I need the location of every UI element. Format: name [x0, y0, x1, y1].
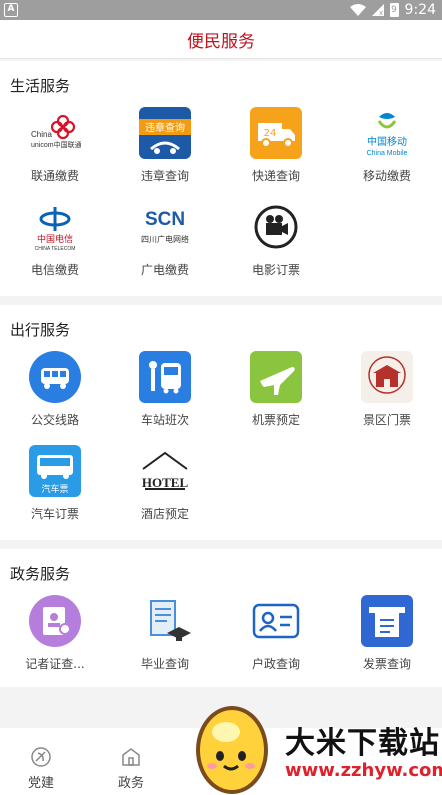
film-camera-icon	[250, 201, 302, 253]
tile-violation-query[interactable]: 违章查询 违章查询	[125, 107, 205, 184]
tile-press-card-query[interactable]: 记者证查...	[15, 595, 95, 672]
title-bar: 便民服务	[0, 20, 442, 59]
tile-unicom-payment[interactable]: China unicom中国联通 联通缴费	[15, 107, 95, 184]
tile-coach-tickets[interactable]: 汽车票 汽车订票	[15, 445, 95, 522]
svg-text:unicom中国联通: unicom中国联通	[31, 140, 81, 149]
tile-hotel-booking[interactable]: HOTEL 酒店预定	[125, 445, 205, 522]
press-card-icon	[29, 595, 81, 647]
tile-telecom-payment[interactable]: 中国电信 CHINA TELECOM 电信缴费	[15, 201, 95, 278]
tile-invoice-query[interactable]: 发票查询	[347, 595, 427, 672]
tile-mobile-payment[interactable]: 中国移动 China Mobile 移动缴费	[347, 107, 427, 184]
tile-label: 景区门票	[362, 413, 411, 427]
svg-text:China: China	[31, 130, 52, 139]
section-title: 出行服务	[10, 321, 71, 339]
tile-label: 移动缴费	[362, 169, 411, 183]
section-title: 生活服务	[10, 77, 71, 95]
svg-text:中国电信: 中国电信	[37, 233, 73, 245]
tile-graduation-query[interactable]: 毕业查询	[125, 595, 205, 672]
tile-station-schedule[interactable]: 车站班次	[125, 351, 205, 428]
tile-label: 电影订票	[251, 263, 300, 277]
tile-household-query[interactable]: 户政查询	[236, 595, 316, 672]
section-government-services: 政务服务 记者证查... 毕业查询 户政查询 发票查询	[0, 549, 442, 687]
watermark-title: 大米下载站	[285, 726, 440, 761]
tab-government[interactable]: 政务	[101, 746, 161, 791]
tile-flight-booking[interactable]: 机票预定	[236, 351, 316, 428]
watermark-url: www.zzhyw.com	[285, 760, 442, 781]
tab-label: 党建	[27, 776, 54, 791]
tile-label: 联通缴费	[30, 169, 79, 183]
bus-stop-icon	[139, 351, 191, 403]
tile-label: 机票预定	[251, 413, 300, 427]
status-bar: A x 9 9:24	[0, 0, 442, 20]
tile-label: 广电缴费	[140, 263, 189, 277]
tile-bus-routes[interactable]: 公交线路	[15, 351, 95, 428]
delivery-truck-icon: 24	[250, 107, 302, 159]
svg-text:24: 24	[264, 128, 277, 139]
hotel-icon: HOTEL	[139, 445, 191, 497]
clock: 9:24	[404, 2, 436, 18]
china-unicom-logo-icon: China unicom中国联通	[29, 107, 81, 159]
rice-mascot-icon	[196, 706, 268, 794]
id-card-icon	[250, 595, 302, 647]
watermark: 大米下载站 www.zzhyw.com	[190, 700, 442, 795]
svg-text:x: x	[379, 9, 383, 16]
battery-icon: 9	[389, 3, 399, 17]
app-notification-icon: A	[4, 3, 18, 17]
wifi-icon	[349, 4, 366, 16]
tile-label: 公交线路	[30, 413, 79, 427]
tile-label: 电信缴费	[30, 263, 79, 277]
tile-label: 户政查询	[251, 657, 300, 671]
tab-label: 政务	[117, 776, 144, 791]
tile-label: 毕业查询	[140, 657, 189, 671]
tile-scenic-tickets[interactable]: 景区门票	[347, 351, 427, 428]
tile-label: 违章查询	[140, 169, 189, 183]
airplane-icon	[250, 351, 302, 403]
svg-text:HOTEL: HOTEL	[142, 475, 189, 490]
svg-text:四川广电网络: 四川广电网络	[141, 234, 189, 244]
china-telecom-logo-icon: 中国电信 CHINA TELECOM	[29, 201, 81, 253]
tile-broadcast-payment[interactable]: SCN 四川广电网络 广电缴费	[125, 201, 205, 278]
svg-text:中国移动: 中国移动	[367, 135, 407, 148]
violation-query-icon: 违章查询	[139, 107, 191, 159]
party-emblem-icon	[31, 747, 51, 767]
tab-party-building[interactable]: 党建	[11, 746, 71, 791]
china-mobile-logo-icon: 中国移动 China Mobile	[361, 107, 413, 159]
svg-text:汽车票: 汽车票	[41, 483, 68, 495]
tile-label: 车站班次	[140, 413, 189, 427]
section-life-services: 生活服务 China unicom中国联通 联通缴费 违章查询 违章查询 24 …	[0, 61, 442, 296]
svg-text:违章查询: 违章查询	[145, 121, 185, 134]
svg-text:CHINA TELECOM: CHINA TELECOM	[35, 246, 76, 252]
bus-icon	[29, 351, 81, 403]
government-icon	[122, 748, 140, 766]
page-title: 便民服务	[187, 31, 255, 52]
signal-icon: x	[371, 4, 384, 16]
section-title: 政务服务	[10, 565, 71, 583]
svg-text:SCN: SCN	[145, 209, 185, 230]
tile-label: 发票查询	[362, 657, 411, 671]
invoice-icon	[361, 595, 413, 647]
scn-logo-icon: SCN 四川广电网络	[139, 201, 191, 253]
tile-label: 酒店预定	[140, 507, 189, 521]
tile-movie-tickets[interactable]: 电影订票	[236, 201, 316, 278]
tile-express-query[interactable]: 24 快递查询	[236, 107, 316, 184]
section-travel-services: 出行服务 公交线路 车站班次 机票预定 景区门票 汽车票 汽车订票 HOTEL …	[0, 305, 442, 540]
tile-label: 快递查询	[251, 169, 300, 183]
graduation-icon	[139, 595, 191, 647]
coach-ticket-icon: 汽车票	[29, 445, 81, 497]
tile-label: 汽车订票	[30, 507, 79, 521]
svg-text:China Mobile: China Mobile	[367, 150, 408, 157]
scenic-gate-icon	[361, 351, 413, 403]
tile-label: 记者证查...	[25, 657, 85, 671]
